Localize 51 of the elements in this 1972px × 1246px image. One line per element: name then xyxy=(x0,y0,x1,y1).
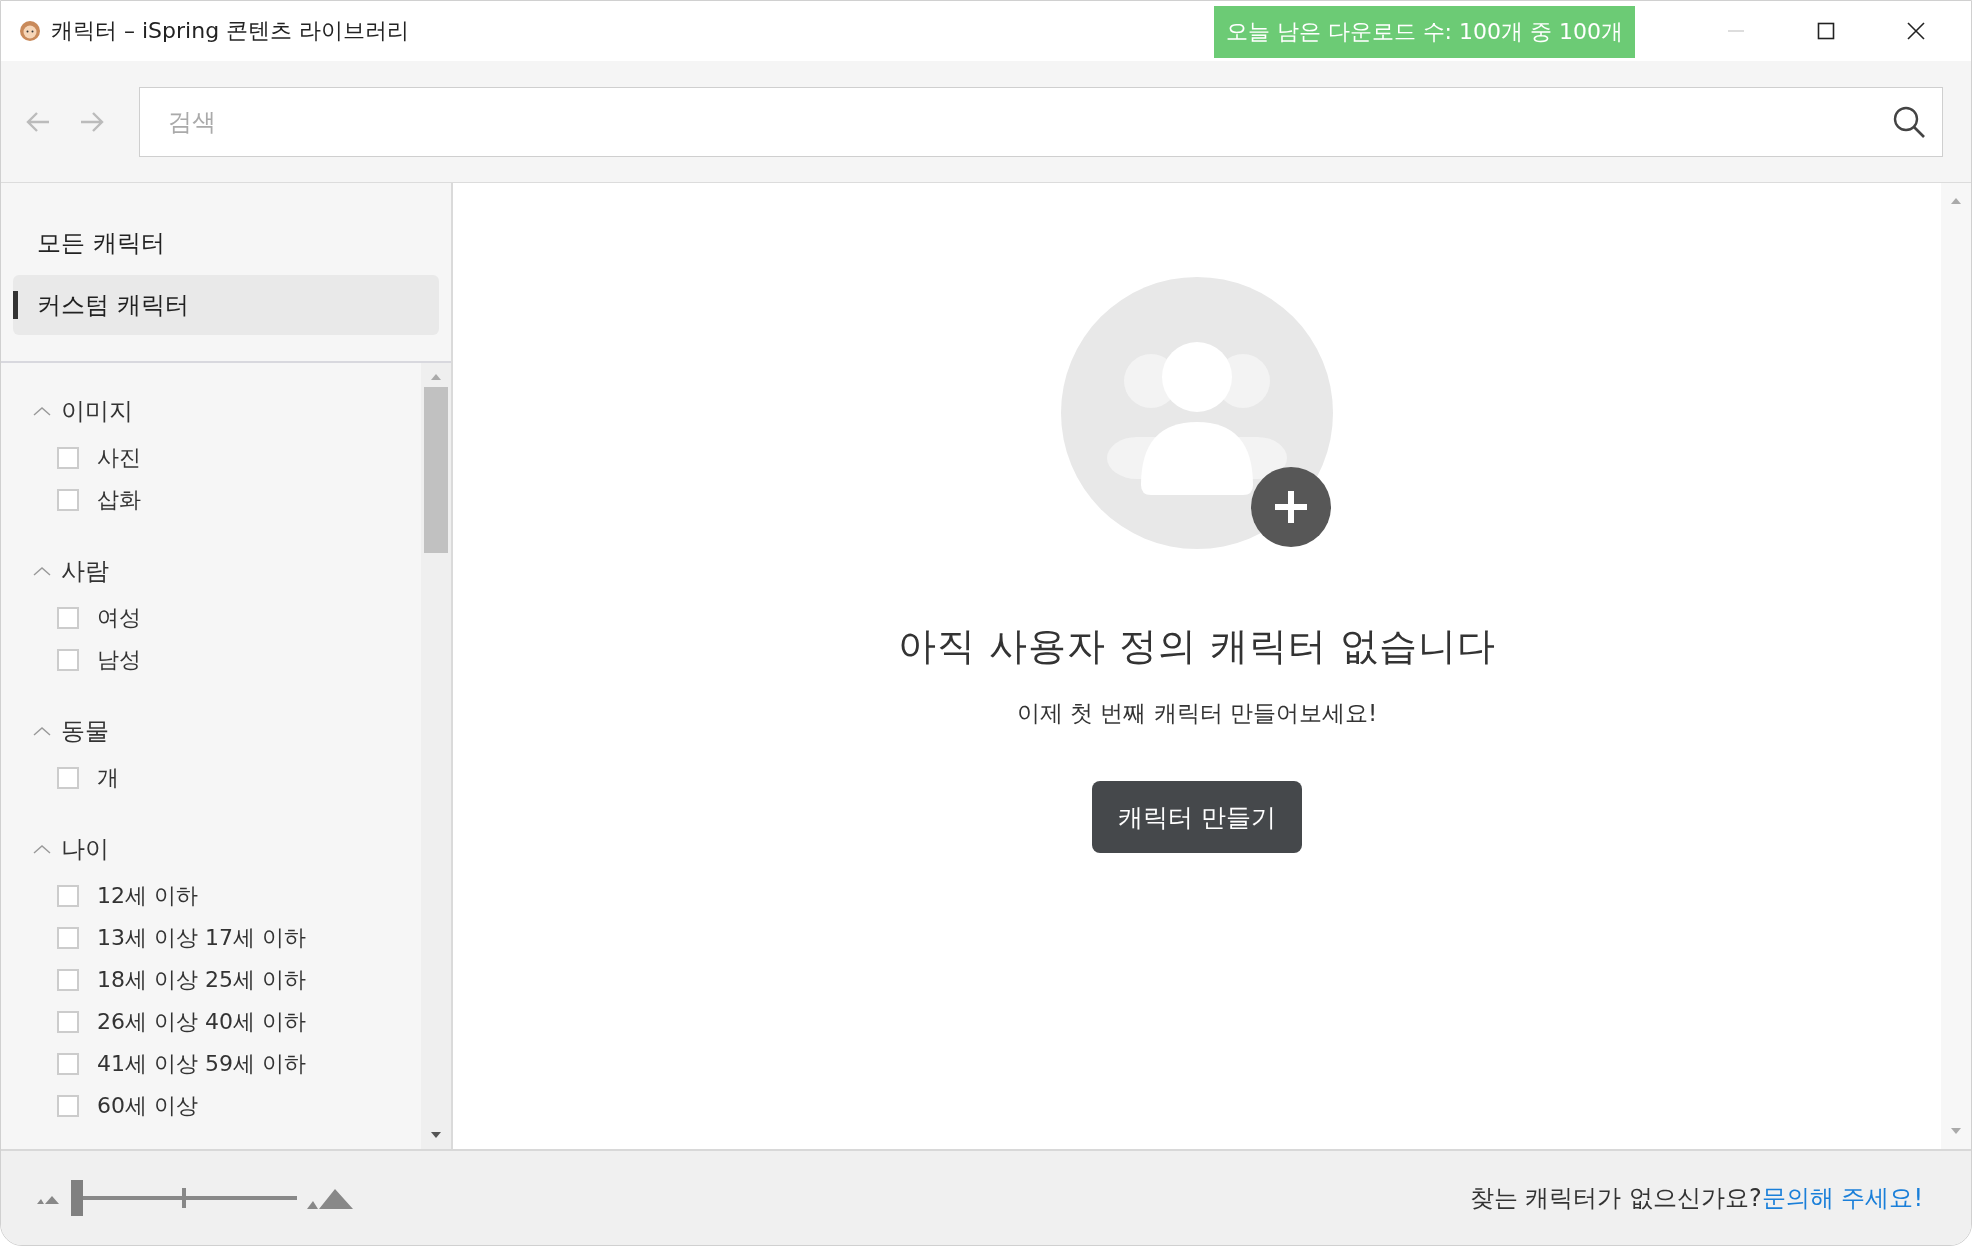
checkbox-label[interactable]: 13세 이상 17세 이하 xyxy=(97,923,306,953)
filter-group-header[interactable]: 동물 xyxy=(33,711,421,751)
checkbox-label[interactable]: 41세 이상 59세 이하 xyxy=(97,1049,306,1079)
checkbox-label[interactable]: 12세 이하 xyxy=(97,881,198,911)
checkbox[interactable] xyxy=(57,1095,79,1117)
checkbox-label[interactable]: 삽화 xyxy=(97,485,141,515)
sidebar-item[interactable]: 커스텀 캐릭터 xyxy=(13,275,439,335)
character-face-icon xyxy=(19,19,41,43)
scroll-up-icon[interactable] xyxy=(1950,197,1962,205)
checkbox-label[interactable]: 여성 xyxy=(97,603,141,633)
checkbox[interactable] xyxy=(57,927,79,949)
checkbox-label[interactable]: 18세 이상 25세 이하 xyxy=(97,965,306,995)
checkbox[interactable] xyxy=(57,649,79,671)
chevron-up-icon[interactable] xyxy=(33,726,51,736)
checkbox[interactable] xyxy=(57,489,79,511)
filter-group-header[interactable]: 이미지 xyxy=(33,391,421,431)
filter-group-header[interactable]: 나이 xyxy=(33,829,421,869)
contact-link[interactable]: 문의해 주세요! xyxy=(1761,1184,1923,1212)
window-title: 캐릭터 – iSpring 콘텐츠 라이브러리 xyxy=(51,17,410,45)
scroll-up-icon[interactable] xyxy=(430,373,442,381)
checkbox[interactable] xyxy=(57,767,79,789)
checkbox[interactable] xyxy=(57,1011,79,1033)
checkbox[interactable] xyxy=(57,607,79,629)
download-count-badge: 오늘 남은 다운로드 수: 100개 중 100개 xyxy=(1213,6,1635,58)
filter-group-header[interactable]: 사람 xyxy=(33,551,421,591)
checkbox[interactable] xyxy=(57,447,79,469)
empty-state-title: 아직 사용자 정의 캐릭터 없습니다 xyxy=(897,623,1497,670)
add-icon[interactable] xyxy=(1251,467,1331,547)
scrollbar[interactable] xyxy=(421,363,451,1149)
checkbox-label[interactable]: 사진 xyxy=(97,443,141,473)
checkbox[interactable] xyxy=(57,885,79,907)
create-character-button[interactable]: 캐릭터 만들기 xyxy=(1092,781,1302,853)
chevron-up-icon[interactable] xyxy=(33,406,51,416)
footer-text: 찾는 캐릭터가 없으신가요?문의해 주세요! xyxy=(1469,1183,1923,1214)
checkbox-label[interactable]: 26세 이상 40세 이하 xyxy=(97,1007,306,1037)
slider-thumb[interactable] xyxy=(71,1180,83,1216)
search-field[interactable]: 검색 xyxy=(139,86,1943,157)
chevron-up-icon[interactable] xyxy=(33,844,51,854)
checkbox-label[interactable]: 60세 이상 xyxy=(97,1091,198,1121)
scrollbar-thumb[interactable] xyxy=(424,387,448,553)
chevron-up-icon[interactable] xyxy=(33,566,51,576)
checkbox-label[interactable]: 남성 xyxy=(97,645,141,675)
checkbox[interactable] xyxy=(57,969,79,991)
scrollbar[interactable] xyxy=(1941,183,1971,1149)
close-icon[interactable] xyxy=(1906,21,1926,41)
maximize-icon[interactable] xyxy=(1816,21,1836,41)
checkbox[interactable] xyxy=(57,1053,79,1075)
checkbox-label[interactable]: 개 xyxy=(97,763,119,793)
empty-state-message: 이제 첫 번째 캐릭터 만들어보세요! xyxy=(1016,699,1378,728)
sidebar-item[interactable]: 모든 캐릭터 xyxy=(13,213,439,273)
scroll-down-icon[interactable] xyxy=(430,1131,442,1139)
